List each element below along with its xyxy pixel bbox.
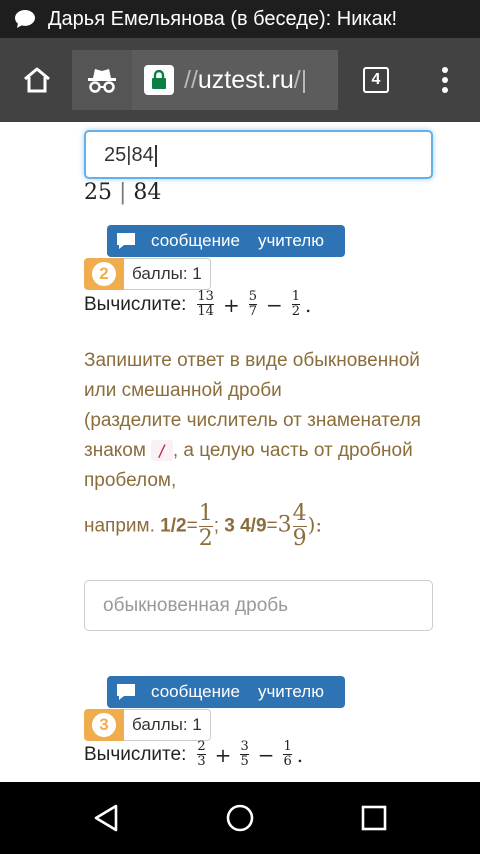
browser-toolbar: //uztest.ru/| 4 (0, 38, 480, 122)
points-label: баллы: 1 (124, 258, 211, 290)
back-triangle-icon (94, 804, 118, 832)
fraction-term: 13 14 (197, 289, 214, 319)
answer-input-q2[interactable]: обыкновенная дробь (84, 580, 433, 631)
comment-icon (117, 684, 135, 700)
fraction-term: 16 (283, 739, 292, 769)
fraction-term: 23 (197, 739, 206, 769)
answer-format-instructions: Запишите ответ в виде обыкновенной или с… (84, 350, 421, 551)
text-caret (154, 144, 157, 167)
recents-button[interactable] (354, 798, 394, 838)
comment-icon (117, 233, 135, 249)
home-nav-button[interactable] (220, 798, 260, 838)
message-teacher-button-q3[interactable]: сообщение учителю (107, 676, 345, 708)
status-bar: Дарья Емельянова (в беседе): Никак! (0, 0, 480, 38)
incognito-button[interactable] (72, 50, 132, 110)
url-text: //uztest.ru/| (184, 65, 308, 94)
slash-code: / (151, 440, 173, 461)
problem-statement-q3: Вычислите: 23 + 35 − 16 . (84, 739, 304, 769)
question-number: 2 (92, 262, 116, 286)
more-vert-icon (442, 67, 448, 93)
recents-square-icon (361, 805, 387, 831)
points-label: баллы: 1 (124, 709, 211, 741)
answer-preview-q1: 25 | 84 (84, 180, 162, 205)
incognito-icon (88, 69, 116, 93)
page-content: 29 25|84 25 | 84 сообщениеучителю 2 балл… (0, 122, 480, 782)
fraction-term: 35 (240, 739, 249, 769)
svg-text:2: 2 (218, 122, 227, 126)
notification-text: Дарья Емельянова (в беседе): Никак! (48, 7, 397, 30)
system-navigation-bar (0, 782, 480, 854)
lock-icon (144, 65, 174, 95)
back-button[interactable] (86, 798, 126, 838)
svg-text:9: 9 (328, 122, 337, 126)
problem-statement-q2: Вычислите: 13 14 + 57 − 12 . (84, 289, 312, 319)
overflow-menu-button[interactable] (420, 58, 470, 102)
question-number: 3 (92, 713, 116, 737)
home-icon (24, 67, 50, 93)
home-circle-icon (226, 804, 254, 832)
chat-notification-icon (15, 10, 35, 28)
tab-count: 4 (363, 67, 389, 93)
question-badge-q2: 2 баллы: 1 (84, 258, 211, 290)
message-teacher-button-q2[interactable]: сообщение учителю (107, 225, 345, 257)
question-badge-q3: 3 баллы: 1 (84, 709, 211, 741)
answer-input-q1[interactable]: 25|84 (84, 130, 433, 179)
clipped-formula-remnant: 29 (218, 122, 337, 126)
fraction-term: 12 (291, 289, 301, 319)
fraction-term: 57 (248, 289, 257, 319)
address-bar[interactable]: //uztest.ru/| (132, 50, 338, 110)
home-button[interactable] (10, 50, 64, 110)
tab-switcher-button[interactable]: 4 (356, 62, 396, 98)
